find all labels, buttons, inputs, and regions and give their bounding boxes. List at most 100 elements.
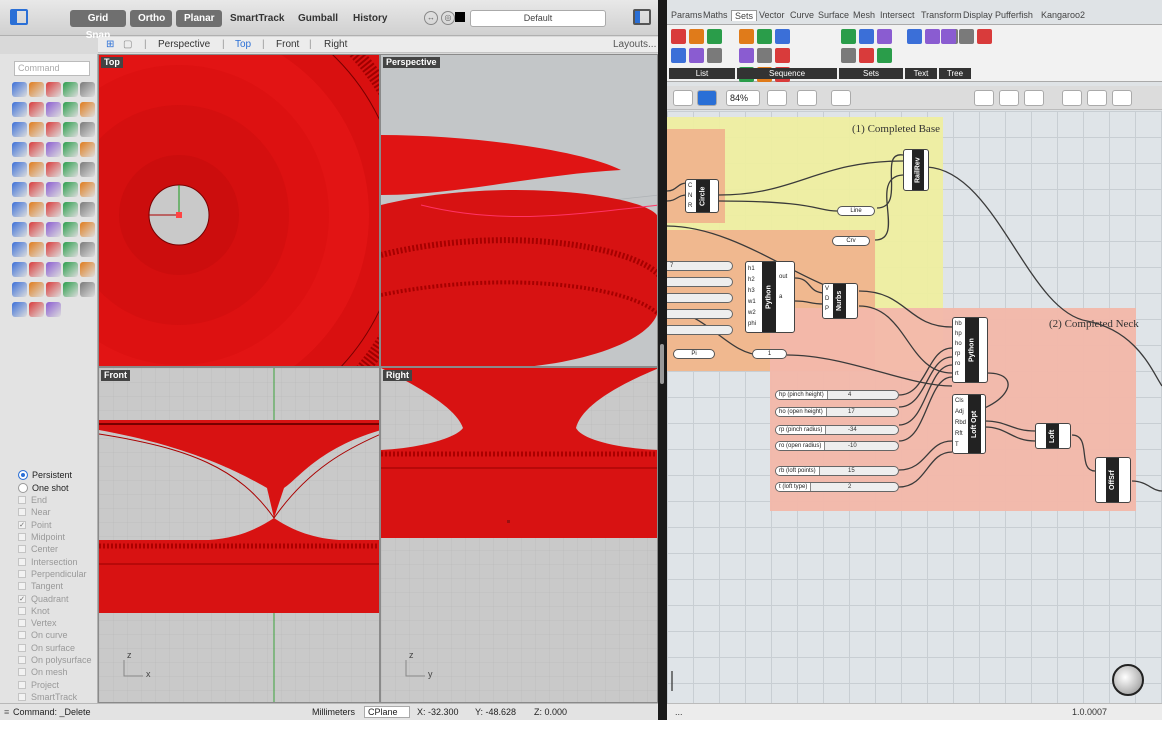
- pi-param[interactable]: Pi: [673, 349, 715, 359]
- checkbox-icon[interactable]: ✓: [18, 594, 26, 603]
- tool-icon[interactable]: [63, 202, 78, 217]
- tool-icon[interactable]: [63, 162, 78, 177]
- component-icon[interactable]: [689, 48, 704, 63]
- checkbox-icon[interactable]: [18, 643, 26, 652]
- checkbox-icon[interactable]: [18, 619, 26, 628]
- tool-icon[interactable]: [46, 202, 61, 217]
- component-icon[interactable]: [877, 48, 892, 63]
- osnap-item[interactable]: Midpoint: [18, 531, 98, 543]
- loft-opt-component[interactable]: Loft Opt Cls Adj Rbd Rft T: [952, 394, 986, 454]
- tool-icon[interactable]: [80, 182, 95, 197]
- tool-icon[interactable]: [46, 162, 61, 177]
- checkbox-icon[interactable]: [18, 631, 26, 640]
- zoom-dropdown[interactable]: 84%: [726, 90, 760, 106]
- tool-icon[interactable]: [29, 102, 44, 117]
- sketch-icon[interactable]: [831, 90, 851, 106]
- tool-icon[interactable]: [80, 202, 95, 217]
- tool-icon[interactable]: [29, 222, 44, 237]
- tool-icon[interactable]: [29, 282, 44, 297]
- component-tab[interactable]: Sets: [731, 10, 758, 21]
- component-pin[interactable]: Adj: [955, 409, 964, 415]
- component-icon[interactable]: [707, 29, 722, 44]
- tool-icon[interactable]: [12, 122, 27, 137]
- target-icon[interactable]: ◎: [441, 11, 455, 25]
- preview-mode-3-icon[interactable]: [1024, 90, 1044, 106]
- tab-top[interactable]: Top: [235, 39, 251, 50]
- tool-icon[interactable]: [12, 262, 27, 277]
- tab-perspective[interactable]: Perspective: [158, 39, 210, 50]
- tool-icon[interactable]: [12, 222, 27, 237]
- osnap-item[interactable]: Vertex: [18, 617, 98, 629]
- osnap-item[interactable]: End: [18, 494, 98, 506]
- tool-icon[interactable]: [63, 282, 78, 297]
- loft-component[interactable]: Loft: [1035, 423, 1071, 449]
- preview-mode-2-icon[interactable]: [999, 90, 1019, 106]
- component-pin[interactable]: T: [955, 442, 959, 448]
- number-slider[interactable]: t (loft type) 2: [775, 482, 899, 492]
- checkbox-icon[interactable]: [18, 545, 26, 554]
- number-slider[interactable]: [667, 277, 733, 287]
- component-tab[interactable]: Mesh: [853, 10, 875, 20]
- tool-icon[interactable]: [80, 82, 95, 97]
- component-tab[interactable]: Kangaroo2: [1041, 10, 1085, 20]
- number-slider[interactable]: ho (open height) 17: [775, 407, 899, 417]
- osnap-item[interactable]: ✓ Quadrant: [18, 592, 98, 604]
- one-shot-option[interactable]: One shot: [18, 481, 98, 494]
- tool-icon[interactable]: [46, 182, 61, 197]
- tool-icon[interactable]: [12, 102, 27, 117]
- tool-icon[interactable]: [80, 242, 95, 257]
- tool-icon[interactable]: [46, 142, 61, 157]
- checkbox-icon[interactable]: [18, 606, 26, 615]
- filter-icon[interactable]: ↔: [424, 11, 438, 25]
- persistent-option[interactable]: Persistent: [18, 468, 98, 481]
- component-icon[interactable]: [671, 29, 686, 44]
- osnap-item[interactable]: On surface: [18, 642, 98, 654]
- tool-icon[interactable]: [12, 302, 27, 317]
- tool-icon[interactable]: [12, 82, 27, 97]
- number-slider[interactable]: rb (loft points) 15: [775, 466, 899, 476]
- component-pin[interactable]: h2: [748, 277, 755, 283]
- osnap-item[interactable]: On mesh: [18, 666, 98, 678]
- preview-eye-icon[interactable]: [797, 90, 817, 106]
- tool-icon[interactable]: [46, 122, 61, 137]
- line-param[interactable]: Line: [837, 206, 875, 216]
- checkbox-icon[interactable]: [18, 692, 26, 701]
- tool-icon[interactable]: [80, 222, 95, 237]
- checkbox-icon[interactable]: [18, 656, 26, 664]
- tool-icon[interactable]: [29, 142, 44, 157]
- tool-icon[interactable]: [63, 242, 78, 257]
- viewport-front[interactable]: z x Front: [98, 367, 380, 703]
- component-tab[interactable]: Vector: [759, 10, 785, 20]
- tool-icon[interactable]: [12, 242, 27, 257]
- number-slider[interactable]: [667, 309, 733, 319]
- component-icon[interactable]: [907, 29, 922, 44]
- checkbox-icon[interactable]: ✓: [18, 520, 26, 529]
- checkbox-icon[interactable]: [18, 496, 26, 505]
- display-mode-1-icon[interactable]: [1062, 90, 1082, 106]
- number-slider[interactable]: 7: [667, 261, 733, 271]
- tool-icon[interactable]: [46, 242, 61, 257]
- component-icon[interactable]: [757, 29, 772, 44]
- layer-color-swatch[interactable]: [455, 12, 465, 22]
- number-slider[interactable]: ro (open radius) -10: [775, 441, 899, 451]
- component-icon[interactable]: [859, 29, 874, 44]
- tool-icon[interactable]: [80, 162, 95, 177]
- osnap-item[interactable]: Tangent: [18, 580, 98, 592]
- railrev-component[interactable]: RailRev: [903, 149, 929, 191]
- tool-icon[interactable]: [12, 142, 27, 157]
- component-pin[interactable]: hb: [955, 321, 962, 327]
- component-tab[interactable]: Surface: [818, 10, 849, 20]
- component-icon[interactable]: [841, 48, 856, 63]
- tool-icon[interactable]: [29, 82, 44, 97]
- component-pin[interactable]: phi: [748, 321, 756, 327]
- component-pin[interactable]: h1: [748, 266, 755, 272]
- open-file-icon[interactable]: [673, 90, 693, 106]
- osnap-item[interactable]: ✓ Point: [18, 519, 98, 531]
- tool-icon[interactable]: [12, 182, 27, 197]
- component-icon[interactable]: [689, 29, 704, 44]
- component-icon[interactable]: [859, 48, 874, 63]
- component-pin[interactable]: a: [779, 294, 782, 300]
- tool-icon[interactable]: [12, 282, 27, 297]
- grasshopper-canvas[interactable]: (1) Completed Base (2) Completed Neck C …: [667, 111, 1162, 703]
- tool-icon[interactable]: [46, 282, 61, 297]
